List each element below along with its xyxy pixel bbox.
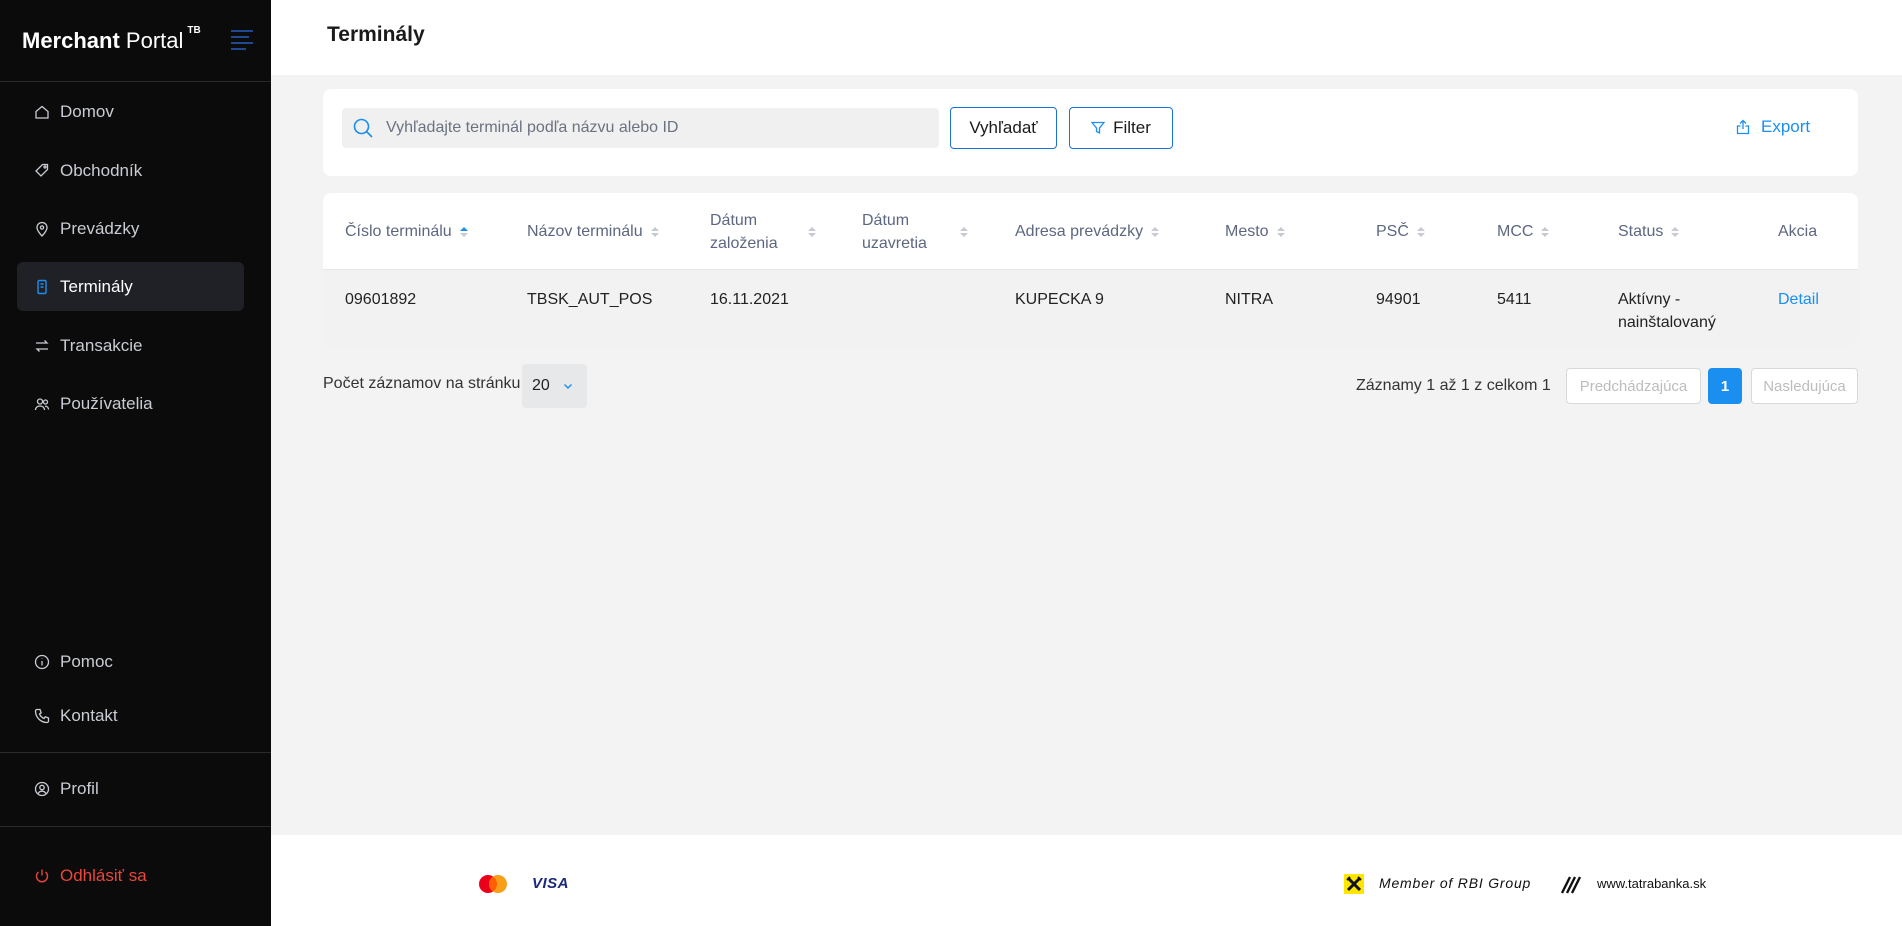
column-header-status[interactable]: Status xyxy=(1618,193,1680,270)
location-pin-icon xyxy=(34,221,50,237)
cell-mcc: 5411 xyxy=(1497,291,1532,308)
sidebar-item-label: Profil xyxy=(60,778,99,798)
logout-label: Odhlásiť sa xyxy=(60,865,147,885)
column-header-datum-uzavretia[interactable]: Dátum uzavretia xyxy=(862,193,968,270)
tatrabanka-logo-icon xyxy=(1560,876,1582,894)
column-header-mesto[interactable]: Mesto xyxy=(1225,193,1285,270)
transfer-arrows-icon xyxy=(34,338,50,354)
cell-datum-zalozenia: 16.11.2021 xyxy=(710,291,789,308)
sort-icon xyxy=(808,226,816,237)
sidebar-item-label: Terminály xyxy=(60,276,133,296)
cell-nazov: TBSK_AUT_POS xyxy=(527,291,653,308)
table-header: Číslo terminálu Názov terminálu Dátum zal… xyxy=(323,193,1858,270)
info-icon xyxy=(34,654,50,670)
sidebar-item-label: Kontakt xyxy=(60,705,118,725)
sidebar-item-pouzivatelia[interactable]: Používatelia xyxy=(17,379,244,428)
column-header-mcc[interactable]: MCC xyxy=(1497,193,1550,270)
current-page-button[interactable]: 1 xyxy=(1708,368,1742,404)
sort-icon xyxy=(1151,226,1160,237)
sidebar-item-label: Prevádzky xyxy=(60,218,140,238)
filter-button[interactable]: Filter xyxy=(1069,107,1173,149)
header: Terminály xyxy=(271,0,1902,75)
cell-mesto: NITRA xyxy=(1225,291,1273,308)
raiffeisen-logo-icon xyxy=(1344,874,1364,894)
sidebar-item-domov[interactable]: Domov xyxy=(17,87,244,136)
filter-label: Filter xyxy=(1113,118,1151,137)
detail-link[interactable]: Detail xyxy=(1778,288,1819,311)
divider xyxy=(0,826,271,827)
brand-sup: TB xyxy=(187,25,201,36)
phone-terminal-icon xyxy=(34,279,50,295)
previous-page-button[interactable]: Predchádzajúca xyxy=(1566,368,1701,404)
sort-icon xyxy=(1671,226,1680,237)
export-icon xyxy=(1736,119,1750,135)
cell-cislo: 09601892 xyxy=(345,291,417,308)
page-size-value: 20 xyxy=(532,377,550,394)
search-card: Vyhľadať Filter Export xyxy=(323,89,1858,176)
sidebar-item-label: Transakcie xyxy=(60,335,143,355)
cell-adresa: KUPECKA 9 xyxy=(1015,291,1104,308)
export-label: Export xyxy=(1761,117,1811,136)
power-icon xyxy=(34,868,50,884)
terminals-table: Číslo terminálu Názov terminálu Dátum zal… xyxy=(323,193,1858,347)
sort-icon xyxy=(1276,226,1285,237)
sidebar-item-kontakt[interactable]: Kontakt xyxy=(17,691,244,740)
home-icon xyxy=(34,104,50,120)
pagination: Počet záznamov na stránku 20 Záznamy 1 a… xyxy=(323,364,1858,408)
column-header-akcia: Akcia xyxy=(1778,223,1818,240)
sidebar-item-obchodnik[interactable]: Obchodník xyxy=(17,146,244,195)
cell-status: Aktívny - nainštalovaný xyxy=(1618,291,1716,331)
sidebar-item-label: Pomoc xyxy=(60,651,113,671)
menu-toggle-icon[interactable] xyxy=(231,30,253,50)
sort-icon xyxy=(1416,226,1425,237)
brand: Merchant Portal TB xyxy=(0,0,271,82)
chevron-down-icon xyxy=(563,384,572,389)
column-header-datum-zalozenia[interactable]: Dátum založenia xyxy=(710,193,816,270)
logout-button[interactable]: Odhlásiť sa xyxy=(17,851,244,900)
user-circle-icon xyxy=(34,781,50,797)
sidebar-item-profil[interactable]: Profil xyxy=(17,764,244,813)
column-header-cislo[interactable]: Číslo terminálu xyxy=(345,193,468,270)
sort-icon xyxy=(960,226,968,237)
filter-icon xyxy=(1091,121,1106,135)
mastercard-logo-icon xyxy=(479,875,507,893)
website-link[interactable]: www.tatrabanka.sk xyxy=(1597,876,1706,891)
sort-icon xyxy=(459,226,468,237)
sidebar: Merchant Portal TB Domov Obchodník Prevá… xyxy=(0,0,271,926)
sidebar-item-terminaly[interactable]: Terminály xyxy=(17,262,244,311)
next-page-button[interactable]: Nasledujúca xyxy=(1751,368,1858,404)
users-icon xyxy=(34,396,50,412)
sidebar-item-transakcie[interactable]: Transakcie xyxy=(17,321,244,370)
phone-icon xyxy=(34,708,50,724)
page-title: Terminály xyxy=(327,23,425,46)
export-button[interactable]: Export xyxy=(1735,117,1810,137)
sidebar-item-label: Obchodník xyxy=(60,160,143,180)
search-input[interactable] xyxy=(386,119,926,137)
column-header-psc[interactable]: PSČ xyxy=(1376,193,1425,270)
sidebar-item-label: Domov xyxy=(60,101,114,121)
brand-title: Merchant Portal xyxy=(22,27,184,53)
page-size-select[interactable]: 20 xyxy=(522,364,587,408)
column-header-adresa[interactable]: Adresa prevádzky xyxy=(1015,193,1160,270)
sidebar-item-label: Používatelia xyxy=(60,393,153,413)
tag-icon xyxy=(34,163,50,179)
divider xyxy=(0,752,271,753)
records-info: Záznamy 1 až 1 z celkom 1 xyxy=(1356,377,1551,394)
search-icon xyxy=(353,118,373,138)
footer: VISA Member of RBI Group www.tatrabanka.… xyxy=(271,835,1902,926)
column-header-nazov[interactable]: Názov terminálu xyxy=(527,193,659,270)
sort-icon xyxy=(1541,226,1550,237)
rbi-member-text: Member of RBI Group xyxy=(1379,875,1532,891)
cell-psc: 94901 xyxy=(1376,291,1421,308)
sidebar-item-pomoc[interactable]: Pomoc xyxy=(17,637,244,686)
sort-icon xyxy=(650,226,659,237)
page-size-label: Počet záznamov na stránku xyxy=(323,375,521,392)
search-box[interactable] xyxy=(342,108,939,148)
sidebar-item-prevadzky[interactable]: Prevádzky xyxy=(17,204,244,253)
table-row[interactable]: 09601892 TBSK_AUT_POS 16.11.2021 KUPECKA… xyxy=(323,270,1858,347)
visa-logo: VISA xyxy=(532,875,570,892)
search-button[interactable]: Vyhľadať xyxy=(950,107,1057,149)
